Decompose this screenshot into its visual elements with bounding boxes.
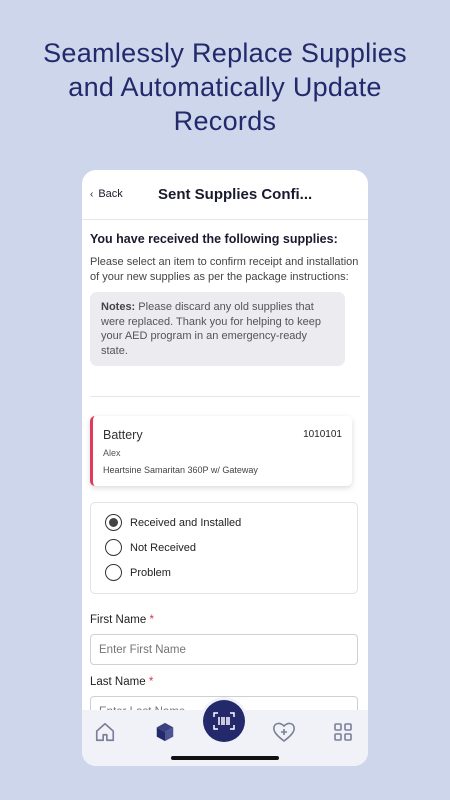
headline-line-1: Seamlessly Replace Supplies xyxy=(43,38,407,68)
first-name-label: First Name * xyxy=(90,614,154,626)
top-bar: ‹ Back Sent Supplies Confi... xyxy=(82,170,368,220)
radio-unselected-icon xyxy=(105,539,122,556)
first-name-field[interactable] xyxy=(90,634,358,665)
heart-plus-icon[interactable] xyxy=(272,720,296,744)
screen-title: Sent Supplies Confi... xyxy=(158,186,313,203)
intro-title: You have received the following supplies… xyxy=(90,232,338,246)
item-user: Alex xyxy=(103,448,121,458)
radio-not-received[interactable]: Not Received xyxy=(105,539,196,556)
package-icon[interactable] xyxy=(153,720,177,744)
required-marker: * xyxy=(149,614,154,626)
radio-selected-icon xyxy=(105,514,122,531)
headline-line-2: and Automatically Update xyxy=(68,72,382,102)
intro-section: You have received the following supplies… xyxy=(90,232,360,366)
marketing-headline: Seamlessly Replace Supplies and Automati… xyxy=(0,36,450,138)
radio-received-installed[interactable]: Received and Installed xyxy=(105,514,241,531)
radio-label: Not Received xyxy=(130,541,197,554)
item-model: Heartsine Samaritan 360P w/ Gateway xyxy=(103,465,258,475)
back-label: Back xyxy=(98,188,123,200)
item-id: 1010101 xyxy=(303,429,342,440)
radio-problem[interactable]: Problem xyxy=(105,564,171,581)
divider xyxy=(90,396,360,397)
home-indicator xyxy=(171,756,279,760)
first-name-label-text: First Name xyxy=(90,614,147,626)
last-name-label: Last Name * xyxy=(90,676,153,688)
home-icon[interactable] xyxy=(93,720,117,744)
phone-screen: ‹ Back Sent Supplies Confi... You have r… xyxy=(82,170,368,766)
status-radio-group: Received and Installed Not Received Prob… xyxy=(90,502,358,594)
headline-line-3: Records xyxy=(173,106,277,136)
supply-item-card[interactable]: Battery 1010101 Alex Heartsine Samaritan… xyxy=(90,416,352,486)
chevron-left-icon: ‹ xyxy=(90,188,94,200)
notes-label: Notes: xyxy=(101,301,136,313)
notes-box: Notes: Please discard any old supplies t… xyxy=(90,292,345,366)
required-marker: * xyxy=(148,676,154,688)
radio-label: Received and Installed xyxy=(130,516,242,529)
barcode-scan-icon[interactable] xyxy=(203,700,245,742)
last-name-label-text: Last Name xyxy=(90,676,146,688)
grid-icon[interactable] xyxy=(331,720,355,744)
back-button[interactable]: ‹ Back xyxy=(90,188,123,200)
item-name: Battery xyxy=(103,428,143,442)
radio-label: Problem xyxy=(130,566,171,579)
intro-text: Please select an item to confirm receipt… xyxy=(90,256,359,283)
radio-unselected-icon xyxy=(105,564,122,581)
